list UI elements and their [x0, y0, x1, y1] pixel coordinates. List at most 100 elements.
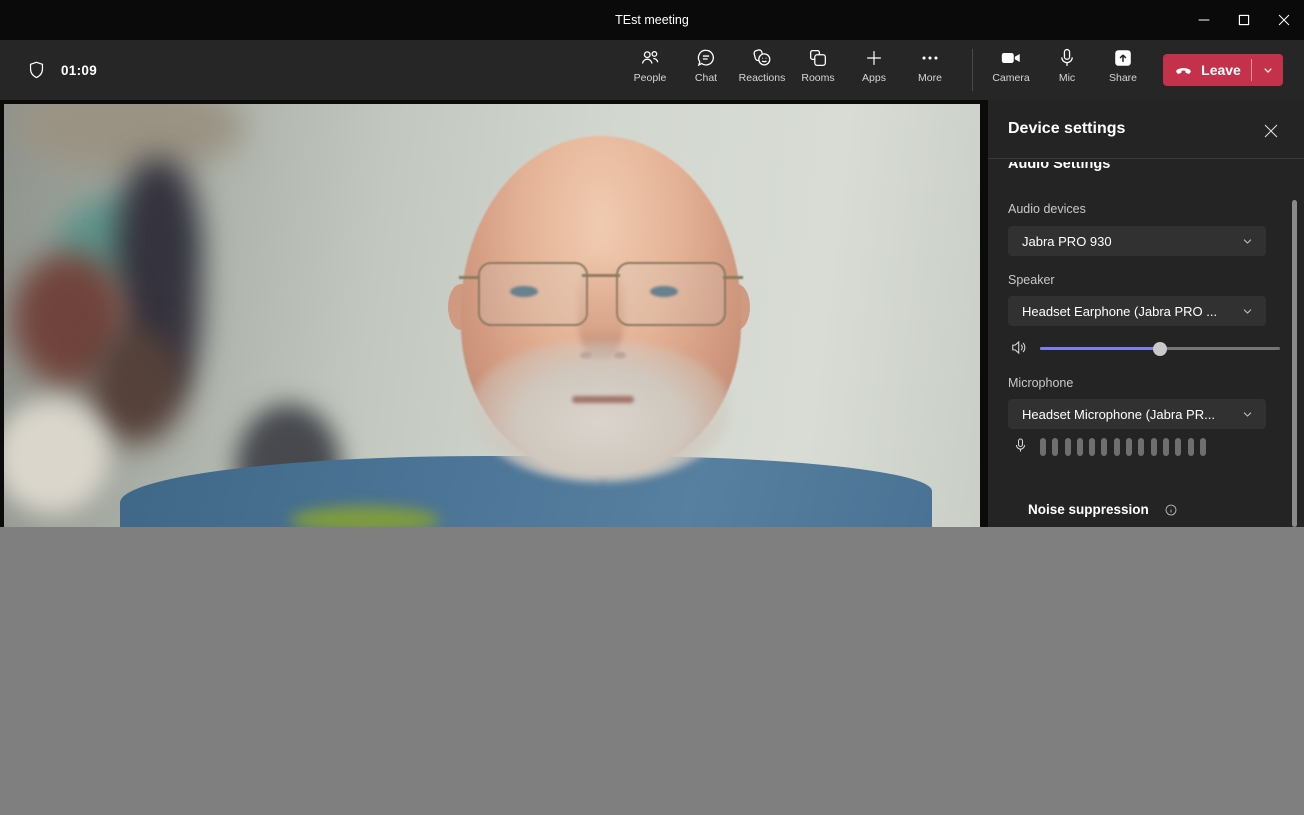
glasses-temple [723, 276, 743, 279]
speaker-volume-slider[interactable] [1040, 347, 1280, 350]
panel-scrollbar[interactable] [1292, 200, 1297, 527]
participant-mouth [572, 396, 634, 403]
device-settings-panel: Device settings Audio Settings Audio dev… [988, 100, 1304, 527]
people-icon [639, 47, 661, 69]
share-button[interactable]: Share [1095, 47, 1151, 95]
speaker-dropdown[interactable]: Headset Earphone (Jabra PRO ... [1008, 296, 1266, 326]
leave-button[interactable]: Leave [1163, 54, 1283, 86]
mic-level-bars [1040, 438, 1206, 456]
mic-level-bar [1163, 438, 1169, 456]
leave-button-label: Leave [1201, 62, 1241, 78]
participant-beard [472, 342, 730, 482]
rooms-button-label: Rooms [801, 72, 834, 84]
audio-devices-label: Audio devices [1008, 202, 1086, 216]
mic-icon [1056, 47, 1078, 69]
window-title: TEst meeting [0, 0, 1304, 40]
toolbar-separator [972, 49, 973, 91]
minimize-icon [1194, 10, 1214, 30]
audio-devices-value: Jabra PRO 930 [1022, 234, 1112, 249]
participant-video [4, 104, 980, 527]
chevron-down-icon [1240, 407, 1255, 422]
shield-icon [26, 59, 47, 81]
teams-meeting-window: TEst meeting 01:09 People [0, 0, 1304, 815]
minimize-button[interactable] [1184, 0, 1224, 40]
speaker-volume-fill [1040, 347, 1160, 350]
reactions-button[interactable]: Reactions [734, 47, 790, 95]
mic-level-bar [1126, 438, 1132, 456]
reactions-icon [751, 47, 773, 69]
chat-button[interactable]: Chat [678, 47, 734, 95]
chat-icon [695, 47, 717, 69]
speaker-volume-icon [1010, 338, 1029, 357]
maximize-button[interactable] [1224, 0, 1264, 40]
more-button[interactable]: More [902, 47, 958, 95]
noise-suppression-label: Noise suppression [1028, 502, 1149, 517]
meeting-timer-group: 01:09 [26, 40, 97, 100]
unrendered-gray-area [0, 527, 1304, 815]
meeting-toolbar: 01:09 People Chat Reactions [0, 40, 1304, 100]
titlebar: TEst meeting [0, 0, 1304, 40]
glasses-temple [459, 276, 479, 279]
microphone-dropdown[interactable]: Headset Microphone (Jabra PR... [1008, 399, 1266, 429]
reactions-button-label: Reactions [739, 72, 786, 84]
camera-button-label: Camera [992, 72, 1029, 84]
microphone-value: Headset Microphone (Jabra PR... [1022, 407, 1215, 422]
panel-title: Device settings [1008, 120, 1125, 138]
participant-face [461, 136, 741, 474]
rooms-button[interactable]: Rooms [790, 47, 846, 95]
mic-level-bar [1065, 438, 1071, 456]
camera-button[interactable]: Camera [983, 47, 1039, 95]
mic-level-bar [1175, 438, 1181, 456]
leave-button-main[interactable]: Leave [1163, 60, 1251, 81]
close-icon [1274, 10, 1294, 30]
close-window-button[interactable] [1264, 0, 1304, 40]
chevron-down-icon [1240, 234, 1255, 249]
info-icon[interactable] [1164, 503, 1178, 517]
video-background-blur [4, 399, 109, 514]
mic-level-bar [1077, 438, 1083, 456]
meeting-stage [0, 100, 988, 527]
mic-level-bar [1114, 438, 1120, 456]
glasses-lens [478, 262, 588, 326]
mic-level-bar [1151, 438, 1157, 456]
mic-level-bar [1200, 438, 1206, 456]
mic-level-bar [1052, 438, 1058, 456]
video-background-blur [14, 104, 244, 172]
noise-suppression-row: Noise suppression [1028, 502, 1178, 517]
mic-level-bar [1089, 438, 1095, 456]
video-background-blur [89, 329, 184, 444]
close-icon [1260, 120, 1282, 142]
camera-icon [1000, 47, 1022, 69]
mic-button[interactable]: Mic [1039, 47, 1095, 95]
close-panel-button[interactable] [1260, 120, 1282, 142]
chat-button-label: Chat [695, 72, 717, 84]
share-button-label: Share [1109, 72, 1137, 84]
panel-header: Device settings [988, 100, 1304, 159]
leave-options-button[interactable] [1252, 54, 1283, 86]
more-icon [919, 47, 941, 69]
audio-settings-section-header: Audio Settings [1008, 162, 1110, 184]
mic-level-bar [1138, 438, 1144, 456]
meeting-timer: 01:09 [61, 63, 97, 78]
apps-button[interactable]: Apps [846, 47, 902, 95]
microphone-label: Microphone [1008, 376, 1073, 390]
chevron-down-icon [1260, 62, 1276, 78]
mic-button-label: Mic [1059, 72, 1075, 84]
maximize-icon [1234, 10, 1254, 30]
share-icon [1112, 47, 1134, 69]
phone-hangup-icon [1173, 60, 1194, 81]
apps-icon [863, 47, 885, 69]
mic-level-bar [1188, 438, 1194, 456]
rooms-icon [807, 47, 829, 69]
people-button[interactable]: People [622, 47, 678, 95]
speaker-volume-thumb[interactable] [1153, 342, 1167, 356]
mic-level-icon [1012, 436, 1029, 455]
audio-devices-dropdown[interactable]: Jabra PRO 930 [1008, 226, 1266, 256]
chevron-down-icon [1240, 304, 1255, 319]
mic-level-bar [1101, 438, 1107, 456]
speaker-label: Speaker [1008, 273, 1055, 287]
video-foreground-object [290, 506, 440, 527]
speaker-value: Headset Earphone (Jabra PRO ... [1022, 304, 1217, 319]
glasses-lens [616, 262, 726, 326]
mic-level-bar [1040, 438, 1046, 456]
